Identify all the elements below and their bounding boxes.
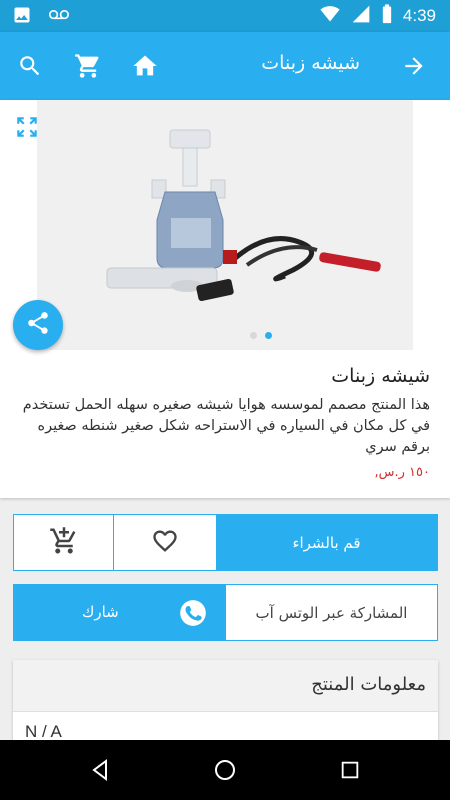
arrow-forward-icon[interactable] [398,50,430,82]
product-info-title: معلومات المنتج [311,674,426,695]
home-nav-icon[interactable] [210,755,240,785]
product-card: شيشه زبنات هذا المنتج مصمم لموسسه هوايا … [0,100,450,498]
gallery-pagination [250,332,272,339]
search-icon[interactable] [14,50,46,82]
app-bar: شيشه زبنات [0,32,450,100]
product-image [37,100,413,350]
signal-icon [351,4,371,28]
battery-icon [381,4,393,28]
product-price: ١٥٠ ر.س, [374,465,431,480]
product-name: شيشه زبنات [331,365,430,387]
buy-now-button[interactable]: قم بالشراء [216,515,437,570]
recents-nav-icon[interactable] [335,755,365,785]
share-fab-button[interactable] [13,300,63,350]
cart-plus-icon [49,526,79,560]
share-icon [25,310,51,340]
fullscreen-expand-icon[interactable] [14,114,40,140]
product-info-value: N / A [25,722,62,741]
purchase-actions: قم بالشراء [13,514,438,571]
favorite-button[interactable] [114,515,216,570]
voicemail-icon [48,5,70,29]
back-nav-icon[interactable] [85,755,115,785]
pagination-dot[interactable] [250,332,257,339]
product-description: هذا المنتج مصمم لموسسه هوايا شيشه صغيره … [22,397,430,455]
product-image-gallery[interactable] [37,100,413,350]
share-label: شارك [82,603,119,621]
wifi-icon [319,4,341,28]
page-title: شيشه زبنات [261,52,360,74]
product-info-card: معلومات المنتج N / A [13,660,438,750]
whatsapp-icon [179,599,207,627]
cart-icon[interactable] [72,50,104,82]
home-icon[interactable] [129,50,161,82]
clock-time: 4:39 [402,6,436,25]
whatsapp-share-row: شارك المشاركة عبر الوتس آب [13,584,438,641]
product-info-header[interactable]: معلومات المنتج [13,660,438,712]
status-bar: 4:39 [0,0,450,32]
add-to-cart-button[interactable] [14,515,114,570]
image-icon [12,5,32,29]
heart-outline-icon [151,527,179,559]
pagination-dot-active[interactable] [265,332,272,339]
whatsapp-share-button[interactable]: المشاركة عبر الوتس آب [226,585,437,640]
share-button[interactable]: شارك [14,585,226,640]
system-nav-bar [0,740,450,800]
